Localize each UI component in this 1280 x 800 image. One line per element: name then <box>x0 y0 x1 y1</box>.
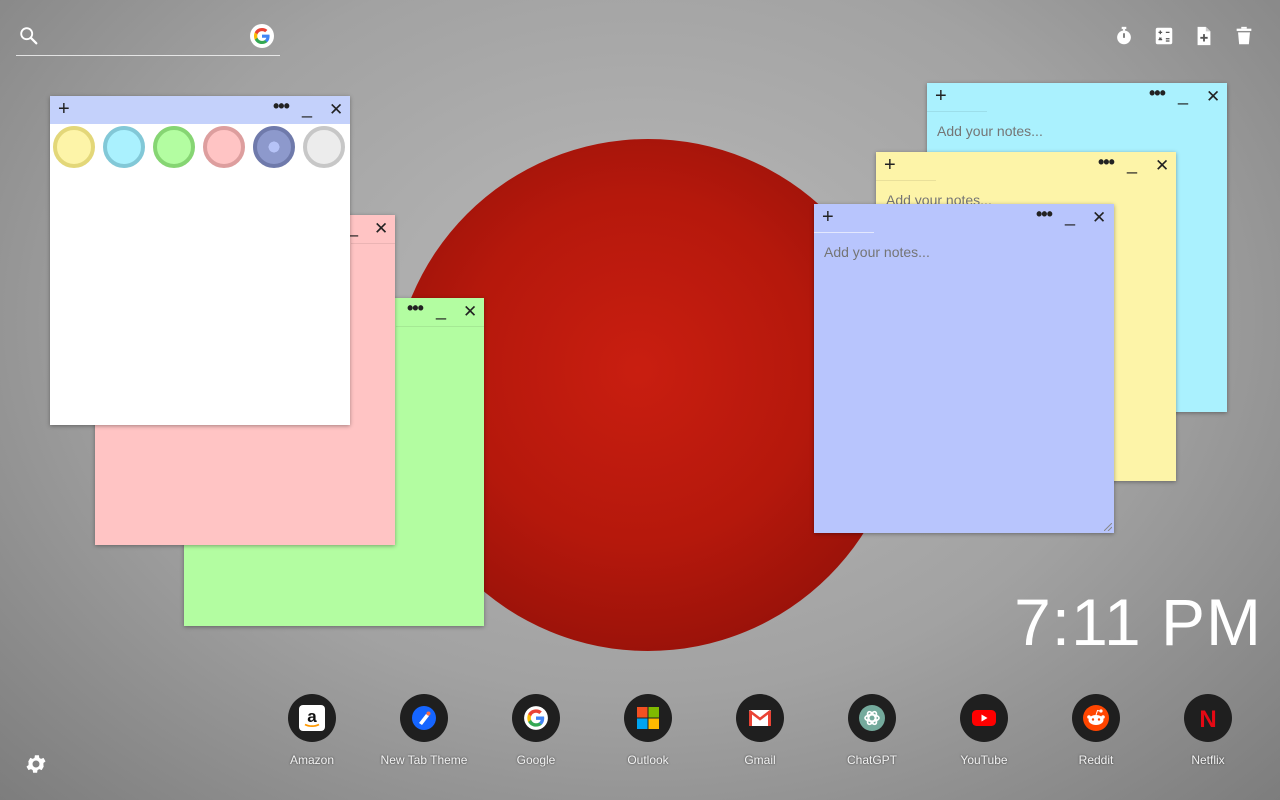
gear-icon[interactable] <box>24 752 48 776</box>
outlook-icon <box>624 694 672 742</box>
minimize-icon[interactable]: _ <box>1065 206 1075 227</box>
swatch-cyan[interactable] <box>103 126 145 168</box>
sticky-note-blue[interactable]: + ••• _ ✕ <box>814 204 1114 533</box>
add-note-icon[interactable]: + <box>884 154 896 176</box>
close-icon[interactable]: ✕ <box>463 302 477 322</box>
swatch-pink[interactable] <box>203 126 245 168</box>
minimize-icon[interactable]: _ <box>1178 85 1188 106</box>
note-toolbar: + ••• _ ✕ <box>50 96 350 124</box>
amazon-letter: a <box>307 707 317 726</box>
shortcut-youtube[interactable]: YouTube <box>929 694 1039 767</box>
close-icon[interactable]: ✕ <box>1206 87 1220 107</box>
shortcut-gmail[interactable]: Gmail <box>705 694 815 767</box>
note-divider <box>876 180 936 181</box>
search-bar <box>16 22 280 56</box>
calculator-icon[interactable] <box>1152 24 1176 48</box>
shortcut-label: ChatGPT <box>846 753 897 767</box>
clock: 7:11 PM <box>1014 585 1262 659</box>
note-divider <box>396 326 484 327</box>
netflix-letter: N <box>1199 706 1216 732</box>
shortcut-label: Reddit <box>1078 753 1114 767</box>
more-options-icon[interactable]: ••• <box>1036 204 1053 225</box>
note-text-input[interactable] <box>824 244 1104 260</box>
amazon-icon: a <box>288 694 336 742</box>
shortcut-label: New Tab Theme <box>380 753 468 767</box>
resize-handle-icon[interactable] <box>1104 523 1112 531</box>
note-text-input[interactable] <box>937 123 1217 139</box>
stopwatch-icon[interactable] <box>1112 24 1136 48</box>
shortcut-label: Gmail <box>744 753 776 767</box>
new-tab-theme-icon <box>400 694 448 742</box>
shortcut-netflix[interactable]: N Netflix <box>1153 694 1263 767</box>
close-icon[interactable]: ✕ <box>1155 156 1169 176</box>
search-input[interactable] <box>50 24 254 50</box>
chatgpt-icon <box>848 694 896 742</box>
add-note-icon[interactable]: + <box>935 85 947 107</box>
add-note-icon[interactable]: + <box>822 206 834 228</box>
minimize-icon[interactable]: _ <box>1127 154 1137 175</box>
sticky-note-white[interactable]: + ••• _ ✕ <box>50 96 350 425</box>
shortcut-new-tab-theme[interactable]: New Tab Theme <box>369 694 479 767</box>
add-note-icon[interactable] <box>1192 24 1216 48</box>
shortcut-google[interactable]: Google <box>481 694 591 767</box>
reddit-icon <box>1072 694 1120 742</box>
minimize-icon[interactable]: _ <box>302 98 312 119</box>
close-icon[interactable]: ✕ <box>374 219 388 239</box>
note-toolbar: + ••• _ ✕ <box>814 204 1114 232</box>
minimize-icon[interactable]: _ <box>436 300 446 321</box>
gmail-icon <box>736 694 784 742</box>
more-options-icon[interactable]: ••• <box>1098 152 1115 173</box>
trash-icon[interactable] <box>1232 24 1256 48</box>
note-divider <box>927 111 987 112</box>
shortcut-reddit[interactable]: Reddit <box>1041 694 1151 767</box>
note-toolbar: + ••• _ ✕ <box>927 83 1227 111</box>
shortcut-label: Outlook <box>627 753 669 767</box>
netflix-icon: N <box>1184 694 1232 742</box>
swatch-blue-selected[interactable] <box>253 126 295 168</box>
swatch-yellow[interactable] <box>53 126 95 168</box>
google-icon <box>512 694 560 742</box>
close-icon[interactable]: ✕ <box>1092 208 1106 228</box>
shortcut-label: YouTube <box>960 753 1008 767</box>
more-options-icon[interactable]: ••• <box>407 298 424 319</box>
shortcut-label: Google <box>516 753 556 767</box>
swatch-green[interactable] <box>153 126 195 168</box>
note-toolbar: + ••• _ ✕ <box>876 152 1176 180</box>
shortcut-amazon[interactable]: a Amazon <box>257 694 367 767</box>
close-icon[interactable]: ✕ <box>329 100 343 120</box>
add-note-icon[interactable]: + <box>58 98 70 120</box>
swatch-white[interactable] <box>303 126 345 168</box>
note-divider <box>351 243 395 244</box>
google-logo-icon[interactable] <box>250 24 274 48</box>
youtube-icon <box>960 694 1008 742</box>
note-divider <box>814 232 874 233</box>
more-options-icon[interactable]: ••• <box>273 96 290 117</box>
search-icon[interactable] <box>18 25 40 47</box>
shortcut-outlook[interactable]: Outlook <box>593 694 703 767</box>
shortcut-chatgpt[interactable]: ChatGPT <box>817 694 927 767</box>
more-options-icon[interactable]: ••• <box>1149 83 1166 104</box>
shortcut-label: Amazon <box>289 753 335 767</box>
shortcut-label: Netflix <box>1191 753 1225 767</box>
